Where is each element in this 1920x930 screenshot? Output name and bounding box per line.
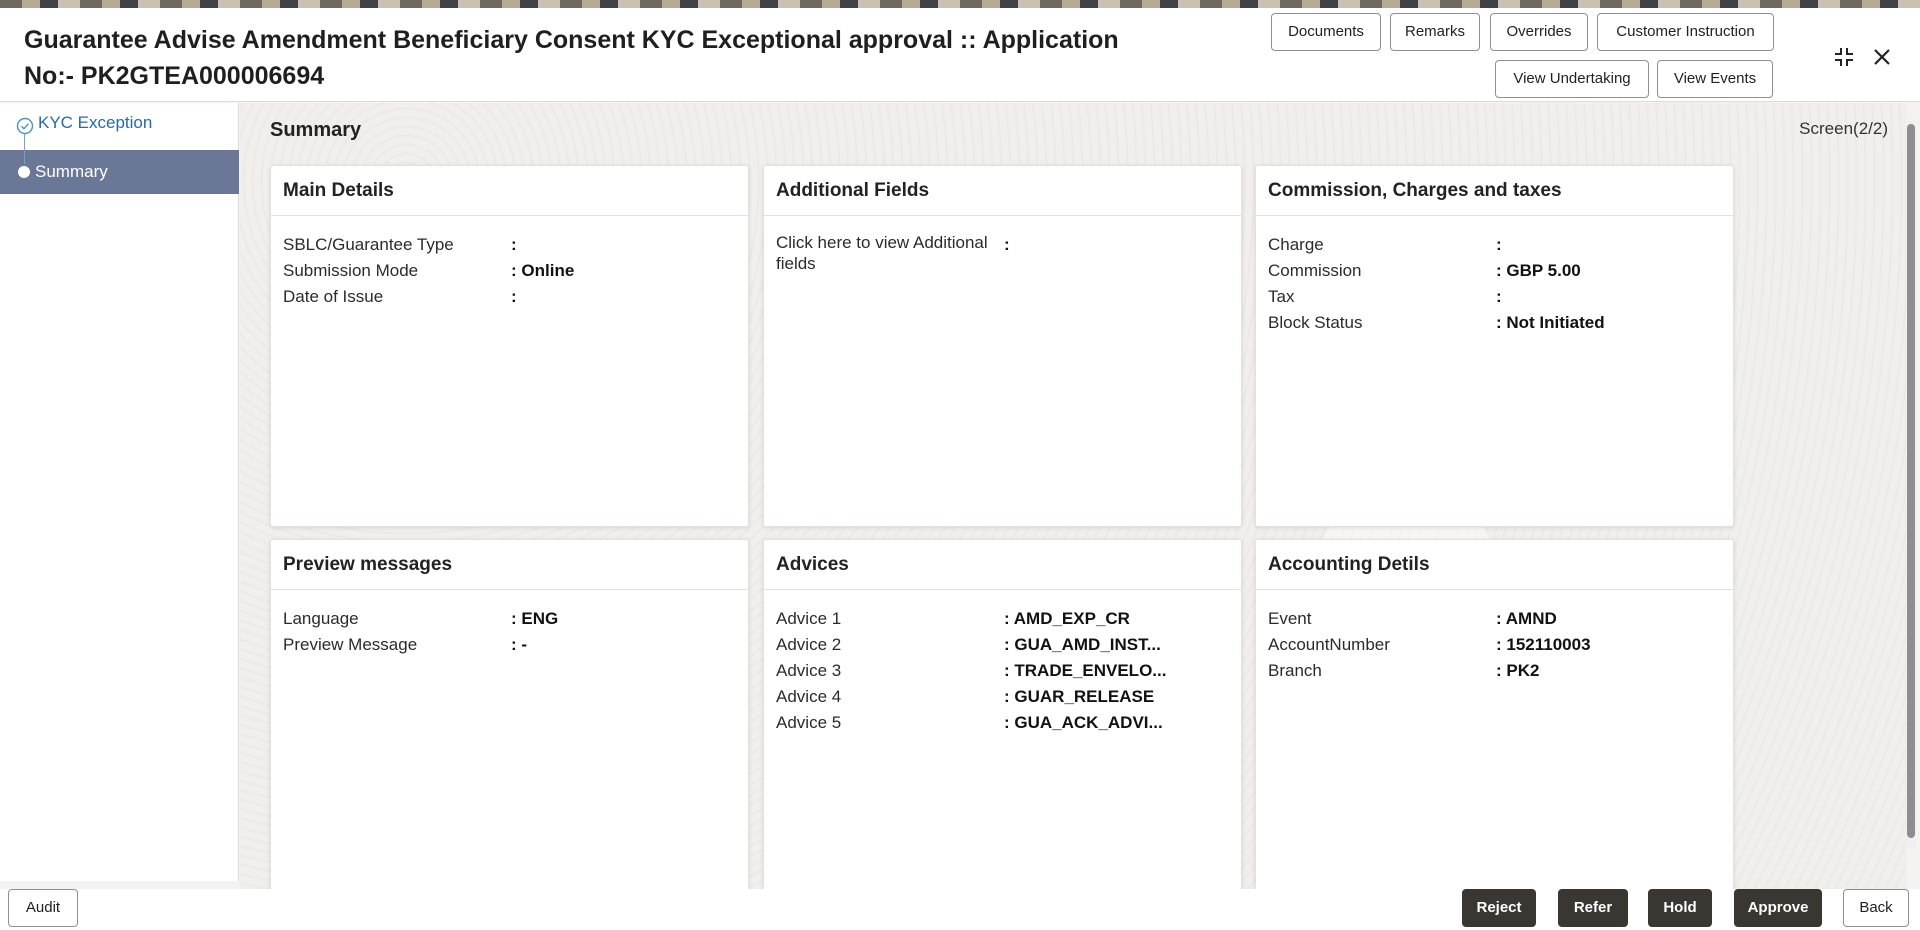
detail-row: AccountNumber : 152110003 xyxy=(1268,632,1721,658)
card-title: Accounting Detils xyxy=(1256,540,1733,590)
detail-value: : GUAR_RELEASE xyxy=(1004,684,1154,710)
scrollbar-thumb[interactable] xyxy=(1907,124,1915,838)
detail-row: Event : AMND xyxy=(1268,606,1721,632)
detail-value: : GBP 5.00 xyxy=(1496,258,1581,284)
detail-value: : ENG xyxy=(511,606,558,632)
detail-row: Preview Message : - xyxy=(283,632,736,658)
detail-row: Date of Issue : xyxy=(283,284,736,310)
audit-button[interactable]: Audit xyxy=(8,889,78,927)
screen-indicator: Screen(2/2) xyxy=(1799,119,1888,139)
detail-row: Tax : xyxy=(1268,284,1721,310)
detail-label: Advice 1 xyxy=(776,606,1004,632)
sidebar-step-label: Summary xyxy=(35,162,108,182)
advice-row[interactable]: Advice 1 : AMD_EXP_CR xyxy=(776,606,1229,632)
detail-row: Commission : GBP 5.00 xyxy=(1268,258,1721,284)
detail-label: Date of Issue xyxy=(283,284,511,310)
card-title: Commission, Charges and taxes xyxy=(1256,166,1733,216)
collapse-icon[interactable] xyxy=(1829,42,1859,72)
detail-value: : PK2 xyxy=(1496,658,1539,684)
close-icon[interactable] xyxy=(1867,42,1897,72)
detail-value: : TRADE_ENVELO... xyxy=(1004,658,1166,684)
advice-row[interactable]: Advice 3 : TRADE_ENVELO... xyxy=(776,658,1229,684)
approve-button[interactable]: Approve xyxy=(1734,889,1822,927)
detail-label: Advice 4 xyxy=(776,684,1004,710)
detail-value: : 152110003 xyxy=(1496,632,1591,658)
page-title: Guarantee Advise Amendment Beneficiary C… xyxy=(24,22,1154,94)
card-title: Additional Fields xyxy=(764,166,1241,216)
detail-value: : GUA_ACK_ADVI... xyxy=(1004,710,1163,736)
detail-label: Branch xyxy=(1268,658,1496,684)
page-header: Guarantee Advise Amendment Beneficiary C… xyxy=(0,8,1920,102)
accounting-details-card: Accounting Detils Event : AMND AccountNu… xyxy=(1255,539,1734,899)
detail-value: : xyxy=(511,232,517,258)
detail-label: Block Status xyxy=(1268,310,1496,336)
commission-charges-card: Commission, Charges and taxes Charge : C… xyxy=(1255,165,1734,527)
sidebar-step-label: KYC Exception xyxy=(38,113,152,133)
view-events-button[interactable]: View Events xyxy=(1657,60,1773,98)
advice-row[interactable]: Advice 2 : GUA_AMD_INST... xyxy=(776,632,1229,658)
detail-value: : - xyxy=(511,632,527,658)
detail-row: Branch : PK2 xyxy=(1268,658,1721,684)
detail-value: : AMND xyxy=(1496,606,1557,632)
detail-row: Block Status : Not Initiated xyxy=(1268,310,1721,336)
overrides-button[interactable]: Overrides xyxy=(1490,13,1588,51)
detail-label: Advice 3 xyxy=(776,658,1004,684)
detail-value: : xyxy=(1004,232,1010,274)
detail-label: Commission xyxy=(1268,258,1496,284)
footer-action-bar: Audit Reject Refer Hold Approve Back xyxy=(0,889,1920,930)
detail-row: Submission Mode : Online xyxy=(283,258,736,284)
detail-value: : xyxy=(1496,232,1502,258)
detail-label: SBLC/Guarantee Type xyxy=(283,232,511,258)
reject-button[interactable]: Reject xyxy=(1462,889,1536,927)
detail-label: Tax xyxy=(1268,284,1496,310)
detail-row: Charge : xyxy=(1268,232,1721,258)
card-title: Preview messages xyxy=(271,540,748,590)
detail-label: Advice 5 xyxy=(776,710,1004,736)
detail-row: SBLC/Guarantee Type : xyxy=(283,232,736,258)
detail-label: Submission Mode xyxy=(283,258,511,284)
vertical-scrollbar[interactable] xyxy=(1906,118,1916,848)
section-title: Summary xyxy=(270,119,361,142)
advices-card: Advices Advice 1 : AMD_EXP_CR Advice 2 :… xyxy=(763,539,1242,899)
detail-label: Advice 2 xyxy=(776,632,1004,658)
detail-row: Click here to view Additional fields : xyxy=(776,232,1229,274)
detail-value: : GUA_AMD_INST... xyxy=(1004,632,1161,658)
sidebar-step-summary[interactable]: Summary xyxy=(0,150,239,194)
additional-fields-card: Additional Fields Click here to view Add… xyxy=(763,165,1242,527)
card-title: Main Details xyxy=(271,166,748,216)
refer-button[interactable]: Refer xyxy=(1558,889,1628,927)
card-title: Advices xyxy=(764,540,1241,590)
detail-label: AccountNumber xyxy=(1268,632,1496,658)
remarks-button[interactable]: Remarks xyxy=(1390,13,1480,51)
detail-value: : xyxy=(1496,284,1502,310)
view-additional-fields-link[interactable]: Click here to view Additional fields xyxy=(776,232,1004,274)
sidebar: KYC Exception Summary xyxy=(0,103,239,881)
detail-value: : Online xyxy=(511,258,574,284)
main-content: Summary Screen(2/2) Main Details SBLC/Gu… xyxy=(240,103,1906,889)
documents-button[interactable]: Documents xyxy=(1271,13,1381,51)
check-circle-icon xyxy=(16,117,34,140)
view-undertaking-button[interactable]: View Undertaking xyxy=(1495,60,1649,98)
detail-label: Event xyxy=(1268,606,1496,632)
dot-icon xyxy=(18,166,30,178)
main-details-card: Main Details SBLC/Guarantee Type : Submi… xyxy=(270,165,749,527)
detail-label: Language xyxy=(283,606,511,632)
detail-value: : xyxy=(511,284,517,310)
customer-instruction-button[interactable]: Customer Instruction xyxy=(1597,13,1774,51)
header-decorative-strip xyxy=(0,0,1920,8)
detail-value: : AMD_EXP_CR xyxy=(1004,606,1130,632)
advice-row[interactable]: Advice 5 : GUA_ACK_ADVI... xyxy=(776,710,1229,736)
hold-button[interactable]: Hold xyxy=(1648,889,1712,927)
back-button[interactable]: Back xyxy=(1843,889,1909,927)
preview-messages-card: Preview messages Language : ENG Preview … xyxy=(270,539,749,899)
advice-row[interactable]: Advice 4 : GUAR_RELEASE xyxy=(776,684,1229,710)
step-connector xyxy=(24,134,25,164)
detail-value: : Not Initiated xyxy=(1496,310,1605,336)
sidebar-step-kyc-exception[interactable]: KYC Exception xyxy=(0,103,239,147)
detail-label: Preview Message xyxy=(283,632,511,658)
detail-label: Charge xyxy=(1268,232,1496,258)
detail-row: Language : ENG xyxy=(283,606,736,632)
